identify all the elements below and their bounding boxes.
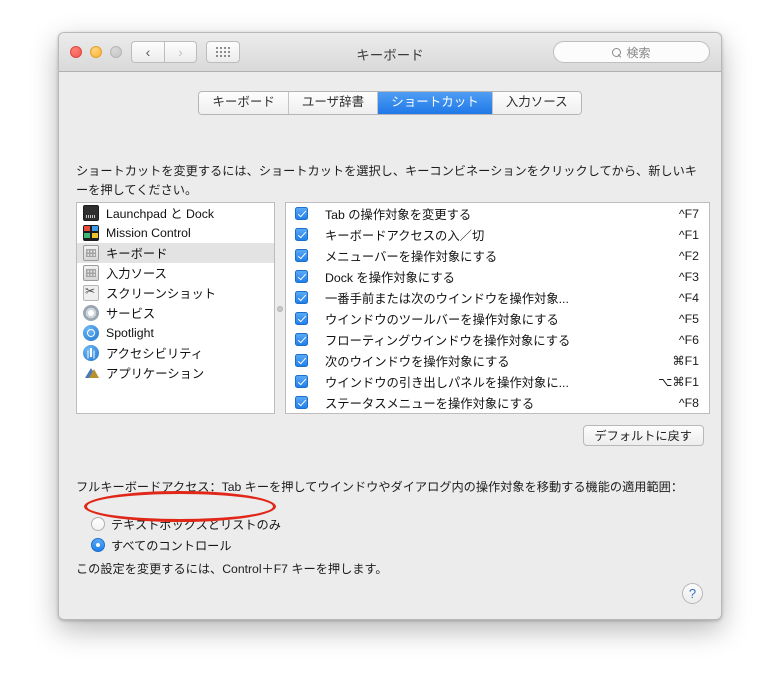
tab-input-source[interactable]: 入力ソース [492, 92, 581, 114]
tab-text[interactable]: ユーザ辞書 [288, 92, 379, 114]
shortcut-key[interactable]: ^F7 [679, 207, 699, 221]
shortcut-label: ステータスメニューを操作対象にする [325, 396, 535, 411]
table-row[interactable]: ウインドウのツールバーを操作対象にする ^F5 [286, 308, 709, 329]
sidebar-item-screenshot[interactable]: スクリーンショット [77, 283, 274, 303]
shortcut-label: キーボードアクセスの入／切 [325, 228, 485, 243]
full-keyboard-access-hint: この設定を変更するには、Control＋F7 キーを押します。 [76, 562, 388, 576]
screenshot-icon [83, 285, 99, 301]
accessibility-icon [83, 345, 99, 361]
full-keyboard-access-label: フルキーボードアクセス：Tab キーを押してウインドウやダイアログ内の操作対象を… [76, 480, 684, 494]
table-row[interactable]: メニューバーを操作対象にする ^F2 [286, 245, 709, 266]
table-row[interactable]: フローティングウインドウを操作対象にする ^F6 [286, 329, 709, 350]
category-list[interactable]: Launchpad と Dock Mission Control キーボード 入… [76, 202, 275, 414]
table-row[interactable]: ステータスメニューを操作対象にする ^F8 [286, 392, 709, 413]
shortcut-key[interactable]: ^F4 [679, 291, 699, 305]
instructions-text: ショートカットを変更するには、ショートカットを選択し、キーコンビネーションをクリ… [76, 164, 697, 197]
table-row[interactable]: Dock を操作対象にする ^F3 [286, 266, 709, 287]
sidebar-item-label: 入力ソース [106, 267, 167, 281]
shortcut-checkbox[interactable] [295, 291, 308, 304]
tab-shortcuts[interactable]: ショートカット [378, 92, 493, 114]
table-row[interactable]: ウインドウの引き出しパネルを操作対象に... ⌥⌘F1 [286, 371, 709, 392]
table-row[interactable]: 一番手前または次のウインドウを操作対象... ^F4 [286, 287, 709, 308]
shortcut-checkbox[interactable] [295, 354, 308, 367]
window-body: キーボード ユーザ辞書 ショートカット 入力ソース ショートカットを変更するには… [59, 72, 721, 619]
shortcut-key[interactable]: ^F5 [679, 312, 699, 326]
shortcut-key[interactable]: ^F1 [679, 228, 699, 242]
shortcut-panels: Launchpad と Dock Mission Control キーボード 入… [76, 202, 710, 414]
sidebar-item-launchpad-dock[interactable]: Launchpad と Dock [77, 203, 274, 223]
full-keyboard-access-options: テキストボックスとリストのみ すべてのコントロール [91, 513, 281, 555]
sidebar-item-accessibility[interactable]: アクセシビリティ [77, 343, 274, 363]
sidebar-item-mission-control[interactable]: Mission Control [77, 223, 274, 243]
shortcut-checkbox[interactable] [295, 270, 308, 283]
sidebar-item-label: スクリーンショット [106, 287, 217, 301]
shortcut-checkbox[interactable] [295, 207, 308, 220]
table-row[interactable]: 次のウインドウを操作対象にする ⌘F1 [286, 350, 709, 371]
sidebar-item-label: Mission Control [106, 226, 191, 240]
input-source-icon [83, 265, 99, 281]
search-icon [612, 47, 622, 57]
shortcut-checkbox[interactable] [295, 333, 308, 346]
shortcut-label: 次のウインドウを操作対象にする [325, 354, 510, 369]
keyboard-icon [83, 245, 99, 261]
radio-label: テキストボックスとリストのみ [111, 517, 281, 532]
shortcut-label: ウインドウの引き出しパネルを操作対象に... [325, 375, 569, 390]
search-placeholder: 検索 [626, 45, 651, 60]
table-row[interactable]: Tab の操作対象を変更する ^F7 [286, 203, 709, 224]
sidebar-item-applications[interactable]: アプリケーション [77, 363, 274, 383]
shortcut-key[interactable]: ^F2 [679, 249, 699, 263]
radio-button[interactable] [91, 516, 105, 531]
sidebar-item-label: Spotlight [106, 326, 154, 340]
shortcut-label: フローティングウインドウを操作対象にする [325, 333, 571, 348]
radio-all-controls[interactable]: すべてのコントロール [91, 534, 281, 555]
shortcut-checkbox[interactable] [295, 312, 308, 325]
shortcut-key[interactable]: ^F3 [679, 270, 699, 284]
shortcut-checkbox[interactable] [295, 396, 308, 409]
sidebar-item-label: アクセシビリティ [106, 347, 204, 361]
splitter-handle[interactable] [277, 306, 283, 312]
shortcut-label: 一番手前または次のウインドウを操作対象... [325, 291, 569, 306]
spotlight-icon [83, 325, 99, 341]
launchpad-dock-icon [83, 205, 99, 221]
help-button[interactable]: ? [682, 583, 703, 604]
keyboard-preferences-window: ‹ › キーボード 検索 キーボード ユーザ辞書 ショートカット 入力ソース シ… [58, 32, 722, 620]
radio-label: すべてのコントロール [111, 538, 232, 553]
shortcut-checkbox[interactable] [295, 228, 308, 241]
radio-text-boxes-and-lists[interactable]: テキストボックスとリストのみ [91, 513, 281, 534]
shortcut-key[interactable]: ^F6 [679, 333, 699, 347]
sidebar-item-input-source[interactable]: 入力ソース [77, 263, 274, 283]
screenshot-root: ‹ › キーボード 検索 キーボード ユーザ辞書 ショートカット 入力ソース シ… [0, 0, 780, 693]
sidebar-item-label: サービス [106, 307, 156, 321]
sidebar-item-spotlight[interactable]: Spotlight [77, 323, 274, 343]
services-gear-icon [83, 305, 99, 321]
panel-splitter[interactable] [276, 202, 284, 414]
tab-keyboard[interactable]: キーボード [199, 92, 289, 114]
shortcut-key[interactable]: ⌘F1 [672, 354, 699, 368]
sidebar-item-label: キーボード [106, 247, 168, 261]
radio-button[interactable] [91, 537, 105, 552]
shortcut-checkbox[interactable] [295, 375, 308, 388]
shortcut-checkbox[interactable] [295, 249, 308, 262]
shortcut-key[interactable]: ^F8 [679, 396, 699, 410]
shortcut-label: Tab の操作対象を変更する [325, 207, 472, 222]
window-titlebar: ‹ › キーボード 検索 [59, 33, 721, 72]
tab-bar: キーボード ユーザ辞書 ショートカット 入力ソース [59, 91, 721, 115]
shortcut-key[interactable]: ⌥⌘F1 [658, 375, 699, 389]
search-input[interactable]: 検索 [553, 41, 710, 63]
sidebar-item-label: アプリケーション [106, 367, 205, 381]
sidebar-item-label: Launchpad と Dock [106, 207, 215, 221]
shortcut-list[interactable]: Tab の操作対象を変更する ^F7 キーボードアクセスの入／切 ^F1 メニュ… [285, 202, 710, 414]
restore-defaults-button[interactable]: デフォルトに戻す [582, 425, 704, 446]
mission-control-icon [83, 225, 99, 241]
sidebar-item-services[interactable]: サービス [77, 303, 274, 323]
shortcut-label: メニューバーを操作対象にする [325, 249, 498, 264]
shortcut-label: ウインドウのツールバーを操作対象にする [325, 312, 559, 327]
sidebar-item-keyboard[interactable]: キーボード [77, 243, 274, 263]
applications-icon [83, 365, 99, 381]
shortcut-label: Dock を操作対象にする [325, 270, 455, 285]
table-row[interactable]: キーボードアクセスの入／切 ^F1 [286, 224, 709, 245]
